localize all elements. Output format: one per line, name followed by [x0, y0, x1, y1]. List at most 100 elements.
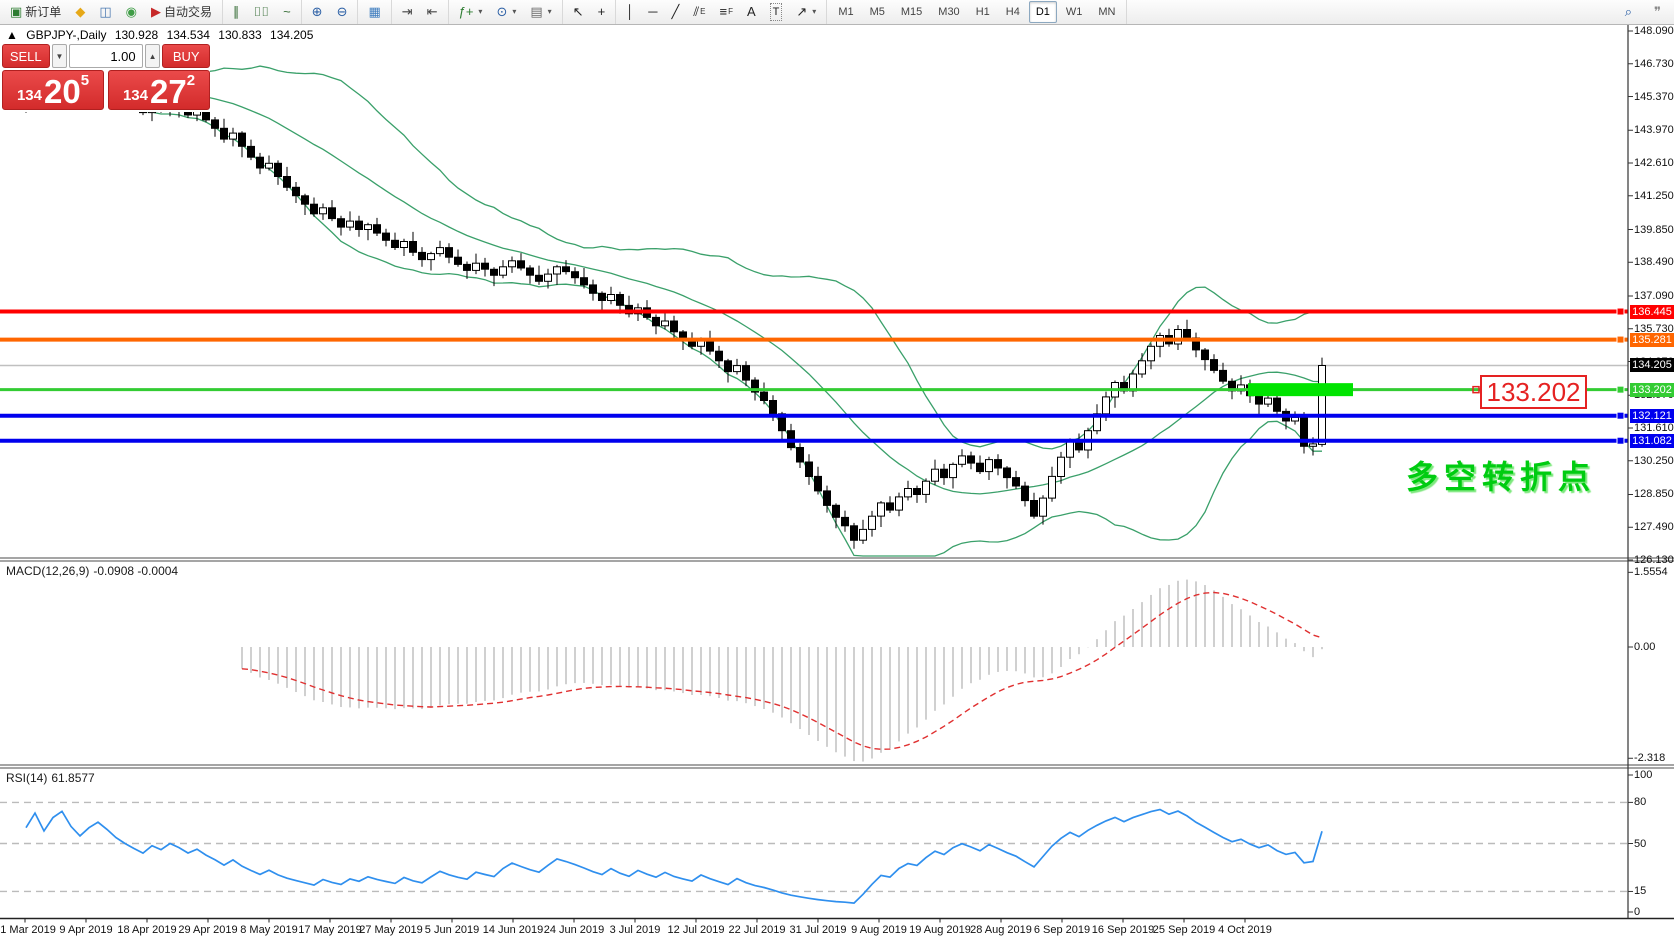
- date-axis-label: 25 Sep 2019: [1153, 924, 1215, 936]
- date-axis-label: 29 Apr 2019: [178, 924, 237, 936]
- price-axis-tick: 146.730: [1634, 58, 1674, 70]
- timeframe-h4-button[interactable]: H4: [999, 1, 1027, 23]
- timeframe-mn-button[interactable]: MN: [1091, 1, 1122, 23]
- rsi-indicator-label: RSI(14)61.8577: [6, 771, 95, 785]
- main-toolbar: ▣新订单◆◫◉▶自动交易∥⌷⌷~⊕⊖▦⇥⇤ƒ+▾⊙▾▤▾↖+│─╱⫽E≡FAT↗…: [0, 0, 1674, 25]
- text-label-button[interactable]: T: [764, 0, 789, 24]
- periods-button[interactable]: ⊙▾: [490, 1, 522, 23]
- zoom-out-button[interactable]: ⊖: [331, 1, 354, 23]
- volume-decrease-button[interactable]: ▼: [52, 44, 68, 68]
- candlestick-chart-button[interactable]: ⌷⌷: [247, 1, 275, 23]
- price-axis-tick: 143.970: [1634, 124, 1674, 136]
- buy-price-box[interactable]: 134 27 2: [108, 70, 210, 110]
- date-axis-label: 16 Sep 2019: [1092, 924, 1154, 936]
- hline-price-label: 132.121: [1630, 409, 1674, 423]
- timeframe-m5-button[interactable]: M5: [863, 1, 892, 23]
- price-axis-tick: 138.490: [1634, 256, 1674, 268]
- favorites-icon-icon: ◆: [75, 4, 85, 20]
- one-click-trading-panel: SELL ▼ 1.00 ▲ BUY 134 20 5 134 27 2: [2, 44, 210, 112]
- date-axis-label: 19 Aug 2019: [909, 924, 971, 936]
- toolbar-group: ⇥⇤: [392, 0, 449, 24]
- timeframe-m15-button[interactable]: M15: [894, 1, 929, 23]
- date-axis-label: 28 Aug 2019: [970, 924, 1032, 936]
- new-order-button[interactable]: ▣新订单: [4, 1, 67, 23]
- periods-icon: ⊙: [496, 4, 507, 20]
- collapse-panel-icon[interactable]: ▲: [6, 28, 18, 42]
- toolbar-group: ▣新订单 ◆ ◫ ◉▶自动交易: [0, 0, 223, 24]
- horizontal-line-button[interactable]: ─: [642, 1, 663, 23]
- zoom-in-icon: ⊕: [312, 4, 323, 20]
- community-icon-icon: ◫: [99, 4, 111, 20]
- zoom-in-button[interactable]: ⊕: [306, 1, 329, 23]
- chat-icon: ❞: [1654, 4, 1661, 20]
- volume-increase-button[interactable]: ▲: [145, 44, 161, 68]
- timeframe-m1-button[interactable]: M1: [831, 1, 860, 23]
- auto-scroll-icon: ⇥: [402, 4, 413, 20]
- chat-button[interactable]: ❞: [1648, 1, 1667, 23]
- hline-price-label: 136.445: [1630, 305, 1674, 319]
- shapes-icon: ↗: [796, 4, 807, 20]
- autotrading-button[interactable]: ▶自动交易: [145, 1, 218, 23]
- signals-icon[interactable]: ◉: [120, 1, 143, 23]
- chevron-down-icon: ▾: [512, 4, 516, 20]
- date-axis-label: 22 Jul 2019: [729, 924, 786, 936]
- sell-price-box[interactable]: 134 20 5: [2, 70, 104, 110]
- current-price-label: 134.205: [1630, 358, 1674, 372]
- ohlc-high: 134.534: [167, 28, 210, 42]
- timeframe-h1-button[interactable]: H1: [969, 1, 997, 23]
- crosshair-button[interactable]: +: [592, 1, 612, 23]
- vertical-line-button[interactable]: │: [620, 1, 640, 23]
- date-axis-label: 14 Jun 2019: [483, 924, 544, 936]
- bar-chart-button[interactable]: ∥: [227, 1, 246, 23]
- auto-scroll-button[interactable]: ⇥: [396, 1, 419, 23]
- sell-button[interactable]: SELL: [2, 44, 50, 68]
- price-axis-tick: 141.250: [1634, 190, 1674, 202]
- rsi-axis-tick: 50: [1634, 838, 1674, 850]
- indicators-icon: ƒ+: [459, 4, 474, 20]
- line-chart-button[interactable]: ~: [277, 1, 297, 23]
- chevron-down-icon: ▾: [812, 4, 816, 20]
- indicators-button[interactable]: ƒ+▾: [453, 1, 489, 23]
- timeframe-w1-button[interactable]: W1: [1059, 1, 1090, 23]
- chart-shift-button[interactable]: ⇤: [421, 1, 444, 23]
- sell-price-pips: 20: [44, 77, 81, 107]
- crosshair-icon: +: [598, 4, 606, 20]
- volume-input[interactable]: 1.00: [69, 44, 142, 68]
- toolbar-group: ↖+: [563, 0, 617, 24]
- date-axis-label: 5 Jun 2019: [425, 924, 479, 936]
- price-axis-tick: 148.090: [1634, 25, 1674, 37]
- timeframe-m30-button[interactable]: M30: [931, 1, 966, 23]
- community-icon[interactable]: ◫: [93, 1, 117, 23]
- date-axis-label: 31 Mar 2019: [0, 924, 56, 936]
- date-axis-label: 8 May 2019: [240, 924, 297, 936]
- toolbar-group: ▦: [358, 0, 391, 24]
- favorites-icon[interactable]: ◆: [69, 1, 91, 23]
- cursor-button[interactable]: ↖: [567, 1, 590, 23]
- new-order-icon: ▣: [10, 4, 22, 20]
- chevron-down-icon: ▾: [478, 4, 482, 20]
- date-axis-label: 9 Aug 2019: [851, 924, 907, 936]
- timeframe-d1-button[interactable]: D1: [1029, 1, 1057, 23]
- tile-windows-button[interactable]: ▦: [362, 1, 386, 23]
- chevron-down-icon: ▾: [548, 4, 552, 20]
- equidistant-channel-button[interactable]: ⫽E: [687, 1, 711, 23]
- buy-price-figure: 134: [123, 87, 148, 104]
- rsi-axis-tick: 0: [1634, 906, 1674, 918]
- search-button[interactable]: ⌕: [1619, 1, 1638, 23]
- text-button[interactable]: A: [741, 1, 762, 23]
- toolbar-group: ⊕⊖: [302, 0, 359, 24]
- tile-windows-icon: ▦: [368, 4, 380, 20]
- buy-button[interactable]: BUY: [162, 44, 210, 68]
- price-callout-label[interactable]: 133.202: [1480, 375, 1587, 409]
- shapes-button[interactable]: ↗▾: [790, 1, 822, 23]
- trendline-icon: ╱: [672, 4, 680, 20]
- rsi-axis-tick: 100: [1634, 769, 1674, 781]
- trendline-button[interactable]: ╱: [666, 1, 686, 23]
- search-icon: ⌕: [1625, 4, 1632, 20]
- fibonacci-button[interactable]: ≡F: [714, 1, 739, 23]
- templates-button[interactable]: ▤▾: [524, 1, 557, 23]
- equidistant-channel-icon: ⫽: [693, 4, 699, 20]
- date-axis-label: 3 Jul 2019: [610, 924, 661, 936]
- price-axis-tick: 128.850: [1634, 488, 1674, 500]
- rsi-axis-tick: 15: [1634, 885, 1674, 897]
